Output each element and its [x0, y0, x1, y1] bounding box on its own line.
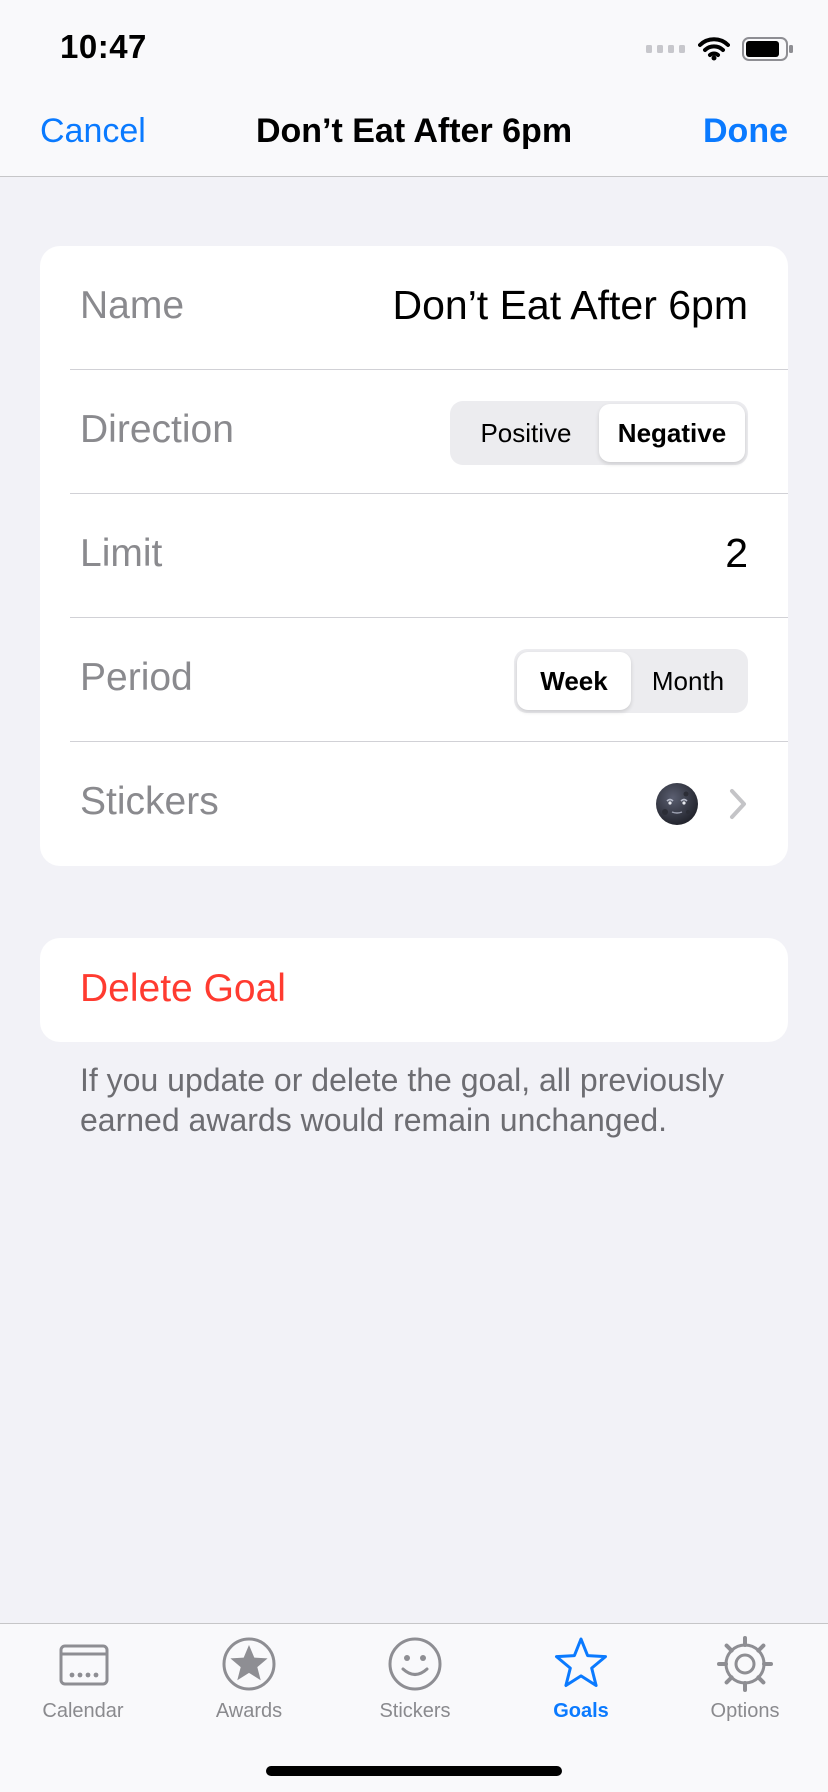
period-label: Period — [80, 656, 193, 699]
goal-form-card: Name Don’t Eat After 6pm Direction Posit… — [40, 246, 788, 866]
direction-row: Direction Positive Negative — [40, 370, 788, 494]
tab-options[interactable]: Options — [662, 1624, 828, 1734]
stickers-row[interactable]: Stickers — [40, 742, 788, 866]
limit-row[interactable]: Limit 2 — [40, 494, 788, 618]
tab-calendar[interactable]: Calendar — [0, 1624, 166, 1734]
new-moon-face-icon — [656, 783, 698, 825]
wifi-icon — [698, 37, 730, 61]
calendar-icon — [59, 1644, 109, 1686]
status-icons — [646, 34, 794, 64]
delete-goal-button[interactable]: Delete Goal — [80, 967, 286, 1011]
period-option-month[interactable]: Month — [631, 652, 745, 710]
period-segmented-control: Week Month — [514, 649, 748, 713]
delete-goal-card[interactable]: Delete Goal — [40, 938, 788, 1042]
direction-label: Direction — [80, 408, 234, 451]
name-row[interactable]: Name Don’t Eat After 6pm — [40, 246, 788, 370]
status-time: 10:47 — [60, 28, 147, 65]
tab-label: Awards — [215, 1700, 283, 1722]
star-outline-icon — [555, 1637, 607, 1687]
tab-stickers[interactable]: Stickers — [332, 1624, 498, 1734]
home-indicator — [266, 1766, 562, 1776]
period-option-week[interactable]: Week — [517, 652, 631, 710]
tab-label: Goals — [553, 1700, 609, 1722]
footnote-text: If you update or delete the goal, all pr… — [80, 1062, 724, 1138]
stickers-label: Stickers — [80, 780, 219, 823]
direction-option-positive[interactable]: Positive — [453, 404, 599, 462]
smiley-icon — [388, 1637, 442, 1691]
status-bar: 10:47 — [0, 0, 828, 98]
name-label: Name — [80, 284, 185, 327]
gear-icon — [717, 1636, 773, 1692]
direction-option-negative[interactable]: Negative — [599, 404, 745, 462]
name-field[interactable]: Don’t Eat After 6pm — [392, 282, 748, 329]
cellular-signal-icon — [646, 45, 685, 53]
tab-label: Stickers — [379, 1700, 451, 1722]
tab-awards[interactable]: Awards — [166, 1624, 332, 1734]
tab-label: Calendar — [42, 1700, 124, 1722]
period-row: Period Week Month — [40, 618, 788, 742]
direction-segmented-control: Positive Negative — [450, 401, 748, 465]
limit-field[interactable]: 2 — [725, 530, 748, 577]
award-star-icon — [222, 1637, 276, 1691]
chevron-right-icon — [730, 789, 746, 819]
navigation-bar: Cancel Don’t Eat After 6pm Done — [0, 98, 828, 177]
tab-goals[interactable]: Goals — [498, 1624, 664, 1734]
limit-label: Limit — [80, 532, 163, 575]
tab-label: Options — [710, 1700, 780, 1722]
done-button[interactable]: Done — [703, 112, 788, 151]
battery-icon — [742, 37, 793, 61]
